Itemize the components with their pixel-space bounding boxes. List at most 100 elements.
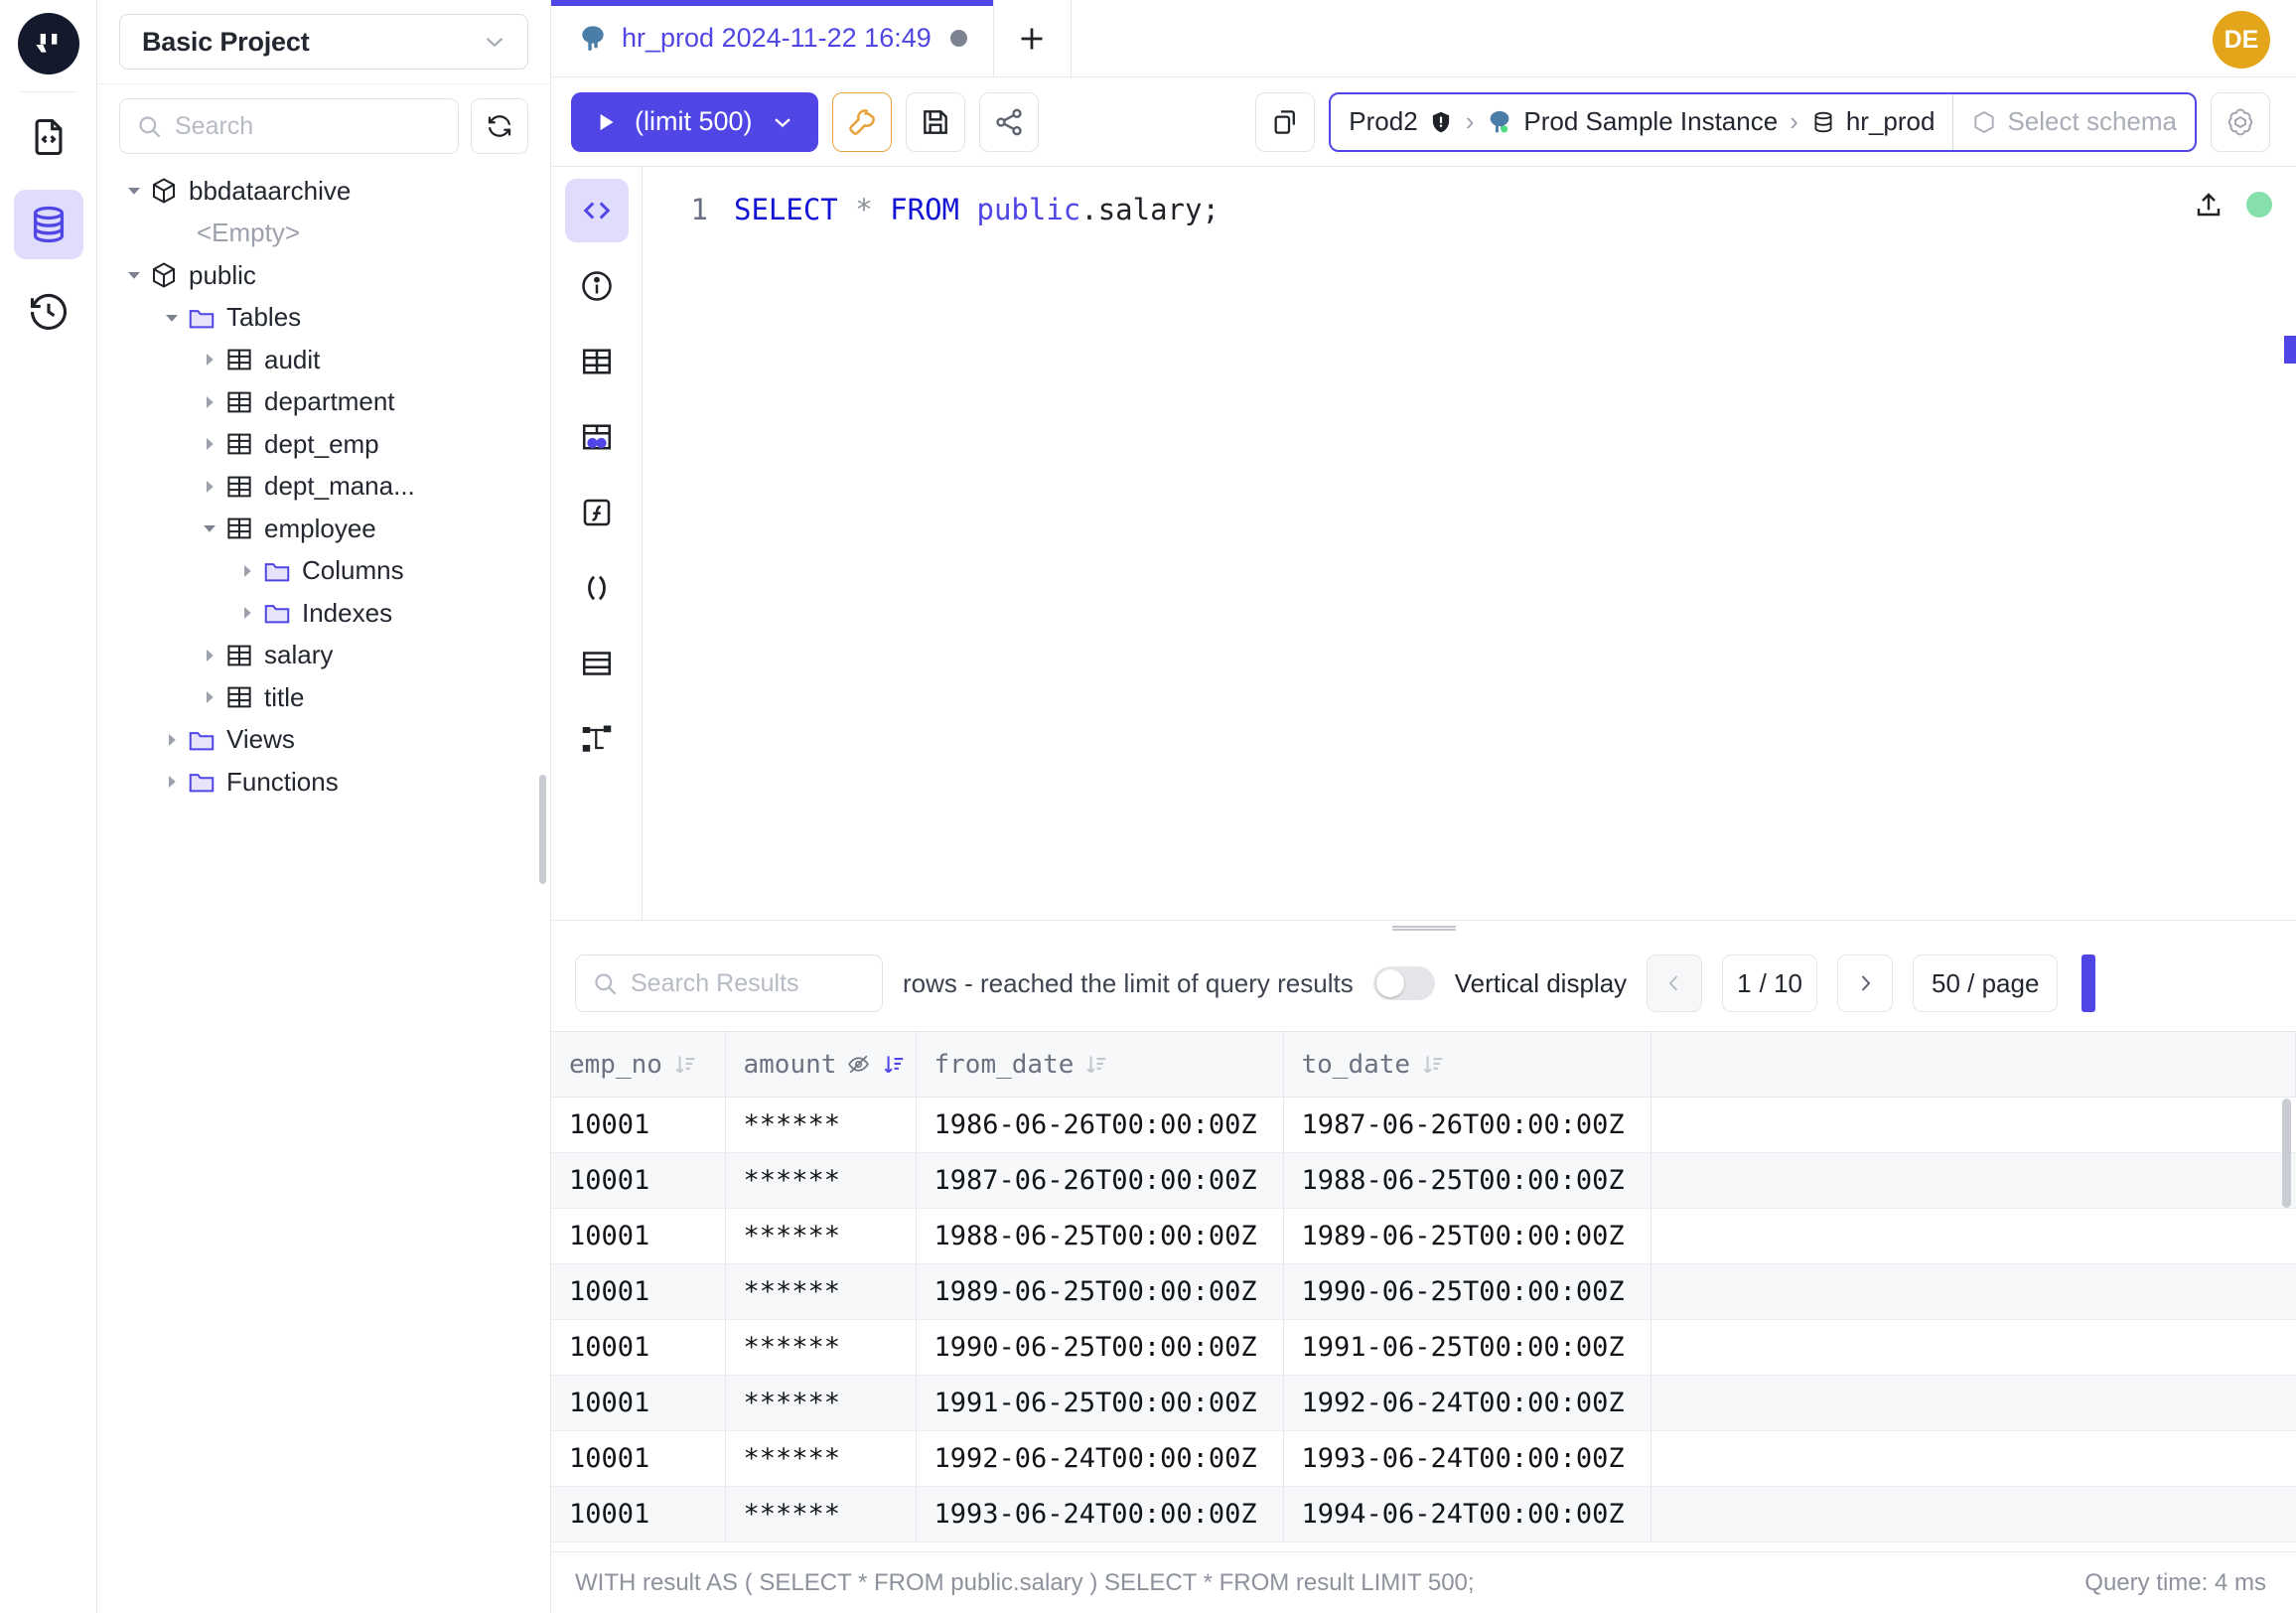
cell-to_date[interactable]: 1989-06-25T00:00:00Z bbox=[1283, 1209, 1650, 1264]
cell-from_date[interactable]: 1993-06-24T00:00:00Z bbox=[916, 1487, 1283, 1542]
sort-icon[interactable] bbox=[672, 1052, 698, 1078]
cell-emp_no[interactable]: 10001 bbox=[551, 1098, 725, 1153]
table-row[interactable]: 10001******1988-06-25T00:00:00Z1989-06-2… bbox=[551, 1209, 2296, 1264]
run-query-button[interactable]: (limit 500) bbox=[571, 92, 818, 152]
search-box[interactable] bbox=[119, 98, 459, 154]
caret-down-icon[interactable] bbox=[195, 519, 224, 537]
table-row[interactable]: 10001******1992-06-24T00:00:00Z1993-06-2… bbox=[551, 1431, 2296, 1487]
caret-right-icon[interactable] bbox=[157, 731, 187, 749]
results-search-input[interactable] bbox=[631, 969, 866, 998]
next-page-button[interactable] bbox=[1837, 954, 1893, 1012]
cell-emp_no[interactable]: 10001 bbox=[551, 1264, 725, 1320]
caret-right-icon[interactable] bbox=[195, 351, 224, 368]
project-selector[interactable]: Basic Project bbox=[119, 14, 528, 70]
table-row[interactable]: 10001******1990-06-25T00:00:00Z1991-06-2… bbox=[551, 1320, 2296, 1376]
search-input[interactable] bbox=[175, 112, 442, 141]
caret-right-icon[interactable] bbox=[157, 773, 187, 791]
function-icon[interactable] bbox=[565, 481, 629, 544]
cell-to_date[interactable]: 1988-06-25T00:00:00Z bbox=[1283, 1153, 1650, 1209]
diagram-icon[interactable] bbox=[565, 707, 629, 771]
cell-amount[interactable]: ****** bbox=[725, 1098, 916, 1153]
cell-emp_no[interactable]: 10001 bbox=[551, 1153, 725, 1209]
cell-emp_no[interactable]: 10001 bbox=[551, 1376, 725, 1431]
page-size-selector[interactable]: 50 / page bbox=[1913, 954, 2058, 1012]
cell-to_date[interactable]: 1992-06-24T00:00:00Z bbox=[1283, 1376, 1650, 1431]
cell-from_date[interactable]: 1989-06-25T00:00:00Z bbox=[916, 1264, 1283, 1320]
tree-item-bbdataarchive[interactable]: bbdataarchive bbox=[97, 170, 550, 213]
cell-emp_no[interactable]: 10001 bbox=[551, 1320, 725, 1376]
tree-item-title[interactable]: title bbox=[97, 676, 550, 719]
code-icon[interactable] bbox=[565, 179, 629, 242]
sql-editor-icon[interactable] bbox=[14, 102, 83, 172]
tree-item-tables[interactable]: Tables bbox=[97, 297, 550, 340]
table-row[interactable]: 10001******1991-06-25T00:00:00Z1992-06-2… bbox=[551, 1376, 2296, 1431]
column-header-to_date[interactable]: to_date bbox=[1283, 1032, 1650, 1098]
cell-from_date[interactable]: 1991-06-25T00:00:00Z bbox=[916, 1376, 1283, 1431]
tree-item-indexes[interactable]: Indexes bbox=[97, 592, 550, 635]
chevron-down-icon[interactable] bbox=[769, 108, 796, 136]
cell-to_date[interactable]: 1987-06-26T00:00:00Z bbox=[1283, 1098, 1650, 1153]
tree-item-public[interactable]: public bbox=[97, 254, 550, 297]
cell-amount[interactable]: ****** bbox=[725, 1153, 916, 1209]
info-icon[interactable] bbox=[565, 254, 629, 318]
sql-code-area[interactable]: 1 SELECT * FROM public.salary; bbox=[643, 167, 2296, 920]
table-row[interactable]: 10001******1993-06-24T00:00:00Z1994-06-2… bbox=[551, 1487, 2296, 1542]
add-tab-button[interactable] bbox=[994, 0, 1072, 76]
tree-item-columns[interactable]: Columns bbox=[97, 550, 550, 593]
column-header-amount[interactable]: amount bbox=[725, 1032, 916, 1098]
database-icon[interactable] bbox=[14, 190, 83, 259]
share-button[interactable] bbox=[979, 92, 1039, 152]
table-data-icon[interactable] bbox=[565, 405, 629, 469]
sort-icon[interactable] bbox=[881, 1052, 907, 1078]
cell-from_date[interactable]: 1992-06-24T00:00:00Z bbox=[916, 1431, 1283, 1487]
page-number-input[interactable]: 1 / 10 bbox=[1722, 954, 1817, 1012]
prev-page-button[interactable] bbox=[1647, 954, 1702, 1012]
cell-amount[interactable]: ****** bbox=[725, 1431, 916, 1487]
parentheses-icon[interactable] bbox=[565, 556, 629, 620]
vertical-display-toggle[interactable] bbox=[1373, 966, 1435, 1000]
table-icon[interactable] bbox=[565, 330, 629, 393]
tab-query-hr-prod[interactable]: hr_prod 2024-11-22 16:49 bbox=[551, 0, 994, 76]
table-row[interactable]: 10001******1987-06-26T00:00:00Z1988-06-2… bbox=[551, 1153, 2296, 1209]
column-header-from_date[interactable]: from_date bbox=[916, 1032, 1283, 1098]
bytebase-logo[interactable] bbox=[18, 13, 79, 74]
caret-right-icon[interactable] bbox=[195, 647, 224, 664]
tree-item-employee[interactable]: employee bbox=[97, 508, 550, 550]
cell-amount[interactable]: ****** bbox=[725, 1376, 916, 1431]
cell-emp_no[interactable]: 10001 bbox=[551, 1209, 725, 1264]
tree-item-views[interactable]: Views bbox=[97, 719, 550, 762]
caret-right-icon[interactable] bbox=[195, 478, 224, 496]
tree-item-functions[interactable]: Functions bbox=[97, 761, 550, 804]
tree-item-empty[interactable]: <Empty> bbox=[97, 213, 550, 255]
cell-from_date[interactable]: 1990-06-25T00:00:00Z bbox=[916, 1320, 1283, 1376]
view-icon[interactable] bbox=[565, 632, 629, 695]
cell-from_date[interactable]: 1986-06-26T00:00:00Z bbox=[916, 1098, 1283, 1153]
caret-right-icon[interactable] bbox=[195, 393, 224, 411]
cell-to_date[interactable]: 1993-06-24T00:00:00Z bbox=[1283, 1431, 1650, 1487]
caret-right-icon[interactable] bbox=[232, 562, 262, 580]
tree-item-salary[interactable]: salary bbox=[97, 635, 550, 677]
cell-to_date[interactable]: 1990-06-25T00:00:00Z bbox=[1283, 1264, 1650, 1320]
results-splitter[interactable] bbox=[551, 920, 2296, 936]
save-button[interactable] bbox=[906, 92, 965, 152]
duplicate-connection-button[interactable] bbox=[1255, 92, 1315, 152]
caret-right-icon[interactable] bbox=[232, 604, 262, 622]
caret-down-icon[interactable] bbox=[119, 266, 149, 284]
breadcrumb-connection[interactable]: Prod2 › Prod Sample Instance › bbox=[1331, 94, 1952, 150]
cell-emp_no[interactable]: 10001 bbox=[551, 1431, 725, 1487]
cell-amount[interactable]: ****** bbox=[725, 1320, 916, 1376]
cell-to_date[interactable]: 1991-06-25T00:00:00Z bbox=[1283, 1320, 1650, 1376]
upload-icon[interactable] bbox=[2193, 189, 2224, 220]
caret-right-icon[interactable] bbox=[195, 688, 224, 706]
avatar[interactable]: DE bbox=[2213, 11, 2270, 69]
sidebar-scrollbar[interactable] bbox=[539, 775, 546, 884]
caret-down-icon[interactable] bbox=[119, 182, 149, 200]
schema-selector[interactable]: Select schema bbox=[1952, 94, 2195, 150]
table-row[interactable]: 10001******1989-06-25T00:00:00Z1990-06-2… bbox=[551, 1264, 2296, 1320]
masked-column-icon[interactable] bbox=[846, 1052, 871, 1077]
tree-item-department[interactable]: department bbox=[97, 381, 550, 424]
ai-assistant-button[interactable] bbox=[2211, 92, 2270, 152]
table-row[interactable]: 10001******1986-06-26T00:00:00Z1987-06-2… bbox=[551, 1098, 2296, 1153]
admin-mode-button[interactable] bbox=[832, 92, 892, 152]
caret-right-icon[interactable] bbox=[195, 435, 224, 453]
